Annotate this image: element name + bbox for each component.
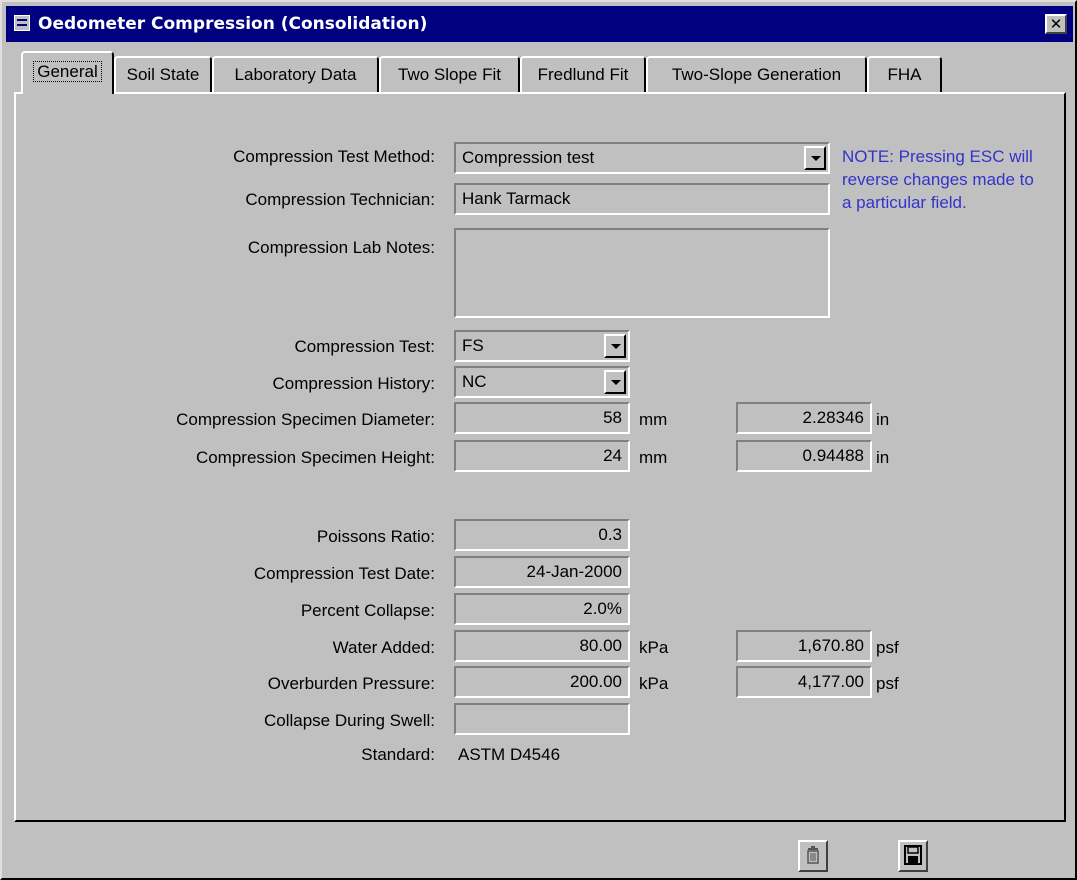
tab-general[interactable]: General	[21, 51, 114, 94]
close-button[interactable]: ✕	[1045, 14, 1067, 34]
tab-two-slope-generation[interactable]: Two-Slope Generation	[646, 56, 867, 92]
floppy-disk-icon	[904, 845, 922, 865]
tab-laboratory-data[interactable]: Laboratory Data	[212, 56, 379, 92]
tab-two-slope-fit[interactable]: Two Slope Fit	[379, 56, 520, 92]
window-title: Oedometer Compression (Consolidation)	[38, 14, 428, 34]
tab-soil-state[interactable]: Soil State	[114, 56, 212, 92]
form-icon	[14, 15, 30, 31]
form-window: Oedometer Compression (Consolidation) ✕ …	[0, 0, 1077, 880]
save-button[interactable]	[898, 840, 928, 872]
tab-general-label: General	[33, 61, 102, 82]
trash-icon	[807, 846, 819, 864]
tab-fha[interactable]: FHA	[867, 56, 942, 92]
tab-fredlund-fit[interactable]: Fredlund Fit	[520, 56, 646, 92]
delete-button[interactable]	[798, 840, 828, 872]
tab-panel-general	[14, 92, 1066, 822]
title-bar[interactable]: Oedometer Compression (Consolidation) ✕	[6, 6, 1073, 42]
